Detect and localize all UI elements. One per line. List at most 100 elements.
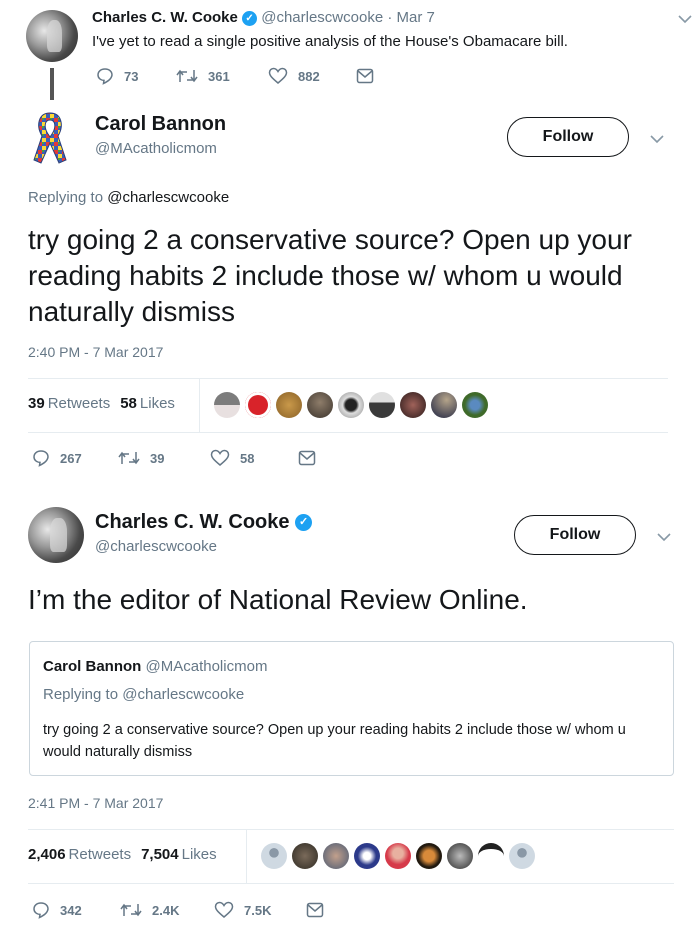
tweet-timestamp[interactable]: 2:41 PM - 7 Mar 2017 [28, 795, 163, 811]
like-button[interactable]: 882 [268, 67, 356, 85]
liker-avatar[interactable] [338, 392, 364, 418]
liker-avatar[interactable] [385, 843, 411, 869]
divider [28, 378, 668, 379]
separator: · [387, 9, 393, 26]
quoted-author-name: Carol Bannon [43, 658, 142, 675]
envelope-icon [298, 450, 316, 466]
reply-count: 73 [124, 68, 139, 84]
liker-avatar[interactable] [462, 392, 488, 418]
author-handle[interactable]: @charlescwcooke [261, 9, 383, 26]
thread-line [50, 68, 54, 100]
author-handle[interactable]: @MAcatholicmom [95, 140, 217, 157]
like-button[interactable]: 7.5K [214, 901, 306, 919]
liker-avatar[interactable] [214, 392, 240, 418]
liker-avatar[interactable] [261, 843, 287, 869]
tweet-actions: 342 2.4K 7.5K [32, 901, 324, 919]
liker-avatar[interactable] [431, 392, 457, 418]
quoted-text: try going 2 a conservative source? Open … [43, 722, 626, 760]
like-count: 7.5K [244, 902, 272, 918]
tweet-text: I've yet to read a single positive analy… [92, 33, 568, 50]
divider [28, 883, 674, 884]
heart-icon [210, 449, 230, 466]
liker-avatar[interactable] [292, 843, 318, 869]
direct-message-button[interactable] [306, 902, 324, 918]
liker-avatar[interactable] [416, 843, 442, 869]
reply-icon [33, 450, 49, 467]
liker-avatar[interactable] [354, 843, 380, 869]
direct-message-button[interactable] [298, 450, 316, 466]
envelope-icon [306, 902, 324, 918]
replying-to-handle[interactable]: @charlescwcooke [107, 189, 229, 206]
follow-button[interactable]: Follow [507, 117, 629, 157]
liker-avatar[interactable] [245, 392, 271, 418]
retweet-button[interactable]: 361 [176, 68, 268, 84]
reply-button[interactable]: 342 [32, 901, 120, 919]
quoted-tweet[interactable]: Carol Bannon @MAcatholicmom Replying to … [29, 641, 674, 776]
like-button[interactable]: 58 [210, 449, 298, 467]
replying-to-prefix: Replying to [28, 189, 104, 206]
tweet-actions: 267 39 58 [32, 449, 316, 467]
more-options-chevron-icon[interactable] [678, 14, 692, 24]
author-header: Charles C. W. Cooke ✓ [95, 511, 313, 534]
retweet-icon [176, 69, 198, 83]
liker-avatar[interactable] [307, 392, 333, 418]
retweet-icon [120, 903, 142, 917]
verified-badge-icon: ✓ [242, 10, 258, 26]
reply-button[interactable]: 267 [32, 449, 118, 467]
like-count: 882 [298, 68, 320, 84]
tweet-date[interactable]: Mar 7 [397, 9, 435, 26]
reply-count: 267 [60, 450, 82, 466]
replying-to: Replying to @charlescwcooke [28, 189, 229, 206]
author-name[interactable]: Carol Bannon [95, 113, 226, 136]
author-name[interactable]: Charles C. W. Cooke [95, 511, 290, 533]
retweet-count: 39 [150, 450, 165, 466]
liker-avatar[interactable] [478, 843, 504, 869]
stats-vdivider [199, 379, 200, 432]
reply-count: 342 [60, 902, 82, 918]
likes-stat[interactable]: 58 Likes [120, 395, 175, 412]
verified-badge-icon: ✓ [295, 514, 313, 532]
retweets-stat[interactable]: 2,406 Retweets [28, 846, 131, 863]
reply-icon [33, 902, 49, 919]
quoted-replying-to: Replying to @charlescwcooke [43, 686, 244, 703]
author-name[interactable]: Charles C. W. Cooke [92, 9, 238, 26]
reply-button[interactable]: 73 [96, 67, 176, 85]
heart-icon [268, 67, 288, 84]
liker-avatars [214, 392, 493, 418]
author-handle[interactable]: @charlescwcooke [95, 538, 217, 555]
heart-icon [214, 901, 234, 918]
retweet-button[interactable]: 39 [118, 450, 210, 466]
stats-vdivider [246, 830, 247, 883]
replying-to-handle: @charlescwcooke [122, 686, 245, 703]
tweet-timestamp[interactable]: 2:40 PM - 7 Mar 2017 [28, 344, 163, 360]
retweets-stat[interactable]: 39 Retweets [28, 395, 110, 412]
tweet-actions: 73 361 882 [96, 67, 374, 85]
direct-message-button[interactable] [356, 68, 374, 84]
engagement-stats: 39 Retweets 58 Likes [28, 395, 175, 412]
envelope-icon [356, 68, 374, 84]
liker-avatars [261, 843, 540, 869]
liker-avatar[interactable] [369, 392, 395, 418]
liker-avatar[interactable] [276, 392, 302, 418]
like-count: 58 [240, 450, 255, 466]
liker-avatar[interactable] [509, 843, 535, 869]
cooke-avatar[interactable] [26, 10, 78, 62]
quoted-author-handle: @MAcatholicmom [145, 658, 268, 675]
retweet-icon [118, 451, 140, 465]
tweet-text: I’m the editor of National Review Online… [28, 584, 528, 615]
retweet-count: 2.4K [152, 902, 180, 918]
replying-to-prefix: Replying to [43, 686, 119, 703]
more-options-chevron-icon[interactable] [657, 532, 671, 542]
engagement-stats: 2,406 Retweets 7,504 Likes [28, 846, 217, 863]
liker-avatar[interactable] [447, 843, 473, 869]
follow-button[interactable]: Follow [514, 515, 636, 555]
cooke-avatar[interactable] [28, 507, 84, 563]
ribbon-avatar[interactable] [30, 110, 70, 166]
likes-stat[interactable]: 7,504 Likes [141, 846, 217, 863]
retweet-button[interactable]: 2.4K [120, 902, 214, 918]
more-options-chevron-icon[interactable] [650, 134, 664, 144]
retweet-count: 361 [208, 68, 230, 84]
liker-avatar[interactable] [400, 392, 426, 418]
divider [28, 829, 674, 830]
liker-avatar[interactable] [323, 843, 349, 869]
